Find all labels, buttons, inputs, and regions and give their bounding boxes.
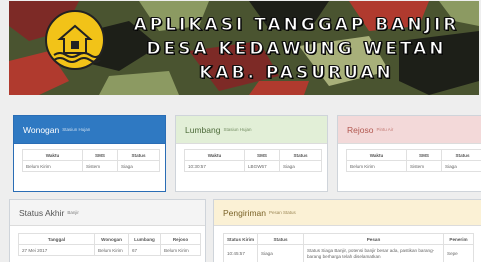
- table-row: Belum Kirim Sistem Siaga: [346, 160, 481, 172]
- col-header: Waktu: [346, 149, 407, 161]
- col-header: Status: [279, 149, 322, 161]
- panel-header: Status Akhir Banjir: [10, 200, 205, 226]
- table-cell: Sepe: [443, 244, 474, 262]
- col-header: Penerim: [443, 233, 474, 245]
- table-cell: 10:30:57: [184, 160, 245, 172]
- col-header: SMS: [406, 149, 442, 161]
- table-cell: Siaga: [279, 160, 322, 172]
- col-header: Pesan: [303, 233, 444, 245]
- panel-pengiriman: Pengiriman Pesan Status Status Kirim Sta…: [213, 199, 481, 262]
- station-name: Rejoso: [347, 124, 374, 135]
- station-type: Stasiun Hujan: [62, 127, 91, 132]
- table-cell: 67: [128, 244, 161, 256]
- col-header: Lumbang: [128, 233, 161, 245]
- table-cell: 10:45:57: [223, 244, 258, 262]
- message-table: Status Kirim Status Pesan Penerim 10:45:…: [223, 233, 474, 262]
- col-header: SMS: [82, 149, 118, 161]
- panel-header: Rejoso Pintu Air: [338, 116, 481, 144]
- table-row: 27 Mei 2017 Belum Kirim 67 Belum Kirim: [18, 244, 201, 256]
- table-cell: Belum Kirim: [346, 160, 407, 172]
- table-cell: Sistem: [406, 160, 442, 172]
- table-cell: Status Siaga Banjir, potensi banjir besa…: [303, 244, 444, 262]
- station-type: Pintu Air: [376, 127, 394, 132]
- station-table: Waktu SMS Status Belum Kirim Sistem Siag…: [346, 149, 481, 172]
- table-cell: Belum Kirim: [94, 244, 129, 256]
- panel-header: Wonogan Stasiun Hujan: [14, 116, 165, 144]
- station-table: Waktu SMS Status 10:30:57 LBGW67 Siaga: [184, 149, 322, 172]
- panel-lumbang: Lumbang Stasiun Hujan Waktu SMS Status 1…: [175, 115, 328, 192]
- col-header: Wonogan: [94, 233, 129, 245]
- table-row: 10:30:57 LBGW67 Siaga: [184, 160, 322, 172]
- table-cell: Belum Kirim: [22, 160, 83, 172]
- banner-line-3: KAB. PASURUAN: [199, 63, 394, 84]
- col-header: SMS: [244, 149, 280, 161]
- table-cell: Belum Kirim: [160, 244, 201, 256]
- status-table: Tanggal Wonogan Lumbang Rejoso 27 Mei 20…: [18, 233, 201, 256]
- col-header: Waktu: [22, 149, 83, 161]
- panel-status-akhir: Status Akhir Banjir Tanggal Wonogan Lumb…: [9, 199, 206, 262]
- col-header: Status: [441, 149, 481, 161]
- banner-line-1: APLIKASI TANGGAP BANJIR: [133, 15, 460, 36]
- banner-line-2: DESA KEDAWUNG WETAN: [146, 39, 447, 60]
- panel-subtitle: Banjir: [67, 210, 79, 215]
- table-header-row: Tanggal Wonogan Lumbang Rejoso: [18, 233, 201, 245]
- table-header-row: Waktu SMS Status: [22, 149, 160, 161]
- col-header: Status: [257, 233, 304, 245]
- col-header: Rejoso: [160, 233, 201, 245]
- header-banner: APLIKASI TANGGAP BANJIR DESA KEDAWUNG WE…: [9, 1, 479, 95]
- house-flood-icon: [45, 10, 105, 70]
- page: APLIKASI TANGGAP BANJIR DESA KEDAWUNG WE…: [0, 0, 481, 262]
- col-header: Status Kirim: [223, 233, 258, 245]
- panel-wonogan: Wonogan Stasiun Hujan Waktu SMS Status B…: [13, 115, 166, 192]
- table-header-row: Waktu SMS Status: [346, 149, 481, 161]
- panel-subtitle: Pesan Status: [269, 210, 296, 215]
- table-row: 10:45:57 Siaga Status Siaga Banjir, pote…: [223, 244, 474, 262]
- col-header: Status: [117, 149, 160, 161]
- col-header: Waktu: [184, 149, 245, 161]
- panel-header: Lumbang Stasiun Hujan: [176, 116, 327, 144]
- panel-rejoso: Rejoso Pintu Air Waktu SMS Status Belum …: [337, 115, 481, 192]
- col-header: Tanggal: [18, 233, 95, 245]
- table-cell: Siaga: [441, 160, 481, 172]
- panel-header: Pengiriman Pesan Status: [214, 200, 481, 226]
- table-row: Belum Kirim Sistem Siaga: [22, 160, 160, 172]
- station-table: Waktu SMS Status Belum Kirim Sistem Siag…: [22, 149, 160, 172]
- panel-title: Status Akhir: [19, 207, 65, 218]
- table-cell: Siaga: [257, 244, 304, 262]
- station-type: Stasiun Hujan: [223, 127, 252, 132]
- station-name: Lumbang: [185, 124, 221, 135]
- banner-title: APLIKASI TANGGAP BANJIR DESA KEDAWUNG WE…: [119, 13, 474, 85]
- panel-title: Pengiriman: [223, 207, 266, 218]
- table-cell: 27 Mei 2017: [18, 244, 95, 256]
- table-cell: Siaga: [117, 160, 160, 172]
- table-header-row: Waktu SMS Status: [184, 149, 322, 161]
- table-cell: Sistem: [82, 160, 118, 172]
- table-header-row: Status Kirim Status Pesan Penerim: [223, 233, 474, 245]
- table-cell: LBGW67: [244, 160, 280, 172]
- station-name: Wonogan: [23, 124, 60, 135]
